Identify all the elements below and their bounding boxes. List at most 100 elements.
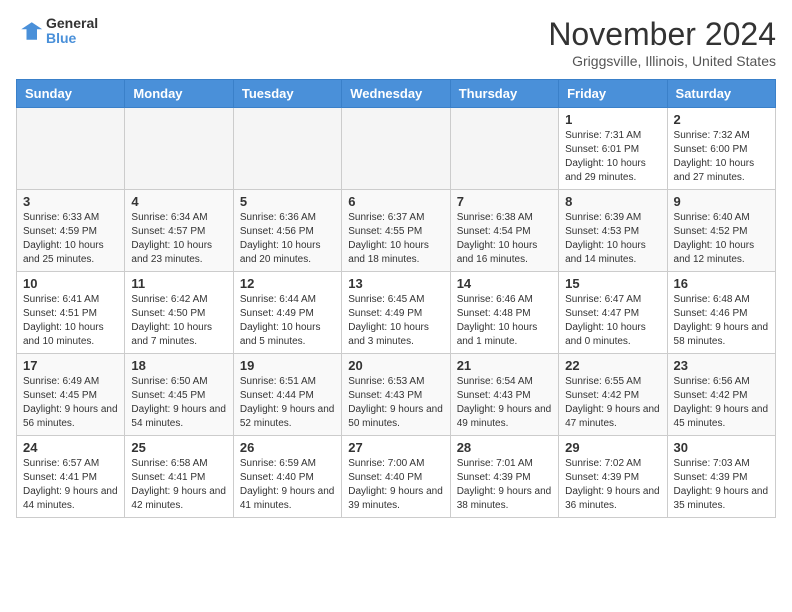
calendar-cell: 1 Sunrise: 7:31 AMSunset: 6:01 PMDaylight… bbox=[559, 108, 667, 190]
day-number: 1 bbox=[565, 112, 660, 127]
day-number: 22 bbox=[565, 358, 660, 373]
calendar-cell: 4Sunrise: 6:34 AMSunset: 4:57 PMDaylight… bbox=[125, 190, 233, 272]
day-number: 2 bbox=[674, 112, 769, 127]
day-info: Sunrise: 7:02 AMSunset: 4:39 PMDaylight:… bbox=[565, 457, 660, 513]
day-number: 26 bbox=[240, 440, 335, 455]
day-number: 19 bbox=[240, 358, 335, 373]
calendar-cell: 17 Sunrise: 6:49 AMSunset: 4:45 PMDayligh… bbox=[17, 354, 125, 436]
weekday-header-wednesday: Wednesday bbox=[342, 80, 450, 108]
day-number: 6 bbox=[348, 194, 443, 209]
calendar-table: SundayMondayTuesdayWednesdayThursdayFrid… bbox=[16, 79, 776, 518]
day-info: Sunrise: 6:53 AMSunset: 4:43 PMDaylight:… bbox=[348, 375, 443, 431]
day-info: Sunrise: 6:41 AMSunset: 4:51 PMDaylight:… bbox=[23, 293, 118, 349]
day-info: Sunrise: 7:03 AMSunset: 4:39 PMDaylight:… bbox=[674, 457, 769, 513]
weekday-header-saturday: Saturday bbox=[667, 80, 775, 108]
day-info: Sunrise: 6:49 AMSunset: 4:45 PMDaylight:… bbox=[23, 375, 118, 431]
calendar-cell: 9 Sunrise: 6:40 AMSunset: 4:52 PMDaylight… bbox=[667, 190, 775, 272]
calendar-cell: 25Sunrise: 6:58 AMSunset: 4:41 PMDayligh… bbox=[125, 436, 233, 518]
day-info: Sunrise: 6:51 AMSunset: 4:44 PMDaylight:… bbox=[240, 375, 335, 431]
day-info: Sunrise: 6:36 AMSunset: 4:56 PMDaylight:… bbox=[240, 211, 335, 267]
day-info: Sunrise: 7:32 AMSunset: 6:00 PMDaylight:… bbox=[674, 129, 769, 185]
day-number: 20 bbox=[348, 358, 443, 373]
calendar-cell: 15 Sunrise: 6:47 AMSunset: 4:47 PMDayligh… bbox=[559, 272, 667, 354]
day-number: 14 bbox=[457, 276, 552, 291]
day-info: Sunrise: 6:56 AMSunset: 4:42 PMDaylight:… bbox=[674, 375, 769, 431]
weekday-header-friday: Friday bbox=[559, 80, 667, 108]
day-info: Sunrise: 6:37 AMSunset: 4:55 PMDaylight:… bbox=[348, 211, 443, 267]
calendar-cell: 10 Sunrise: 6:41 AMSunset: 4:51 PMDayligh… bbox=[17, 272, 125, 354]
day-number: 29 bbox=[565, 440, 660, 455]
weekday-header-thursday: Thursday bbox=[450, 80, 558, 108]
day-info: Sunrise: 6:45 AMSunset: 4:49 PMDaylight:… bbox=[348, 293, 443, 349]
calendar-cell: 18 Sunrise: 6:50 AMSunset: 4:45 PMDayligh… bbox=[125, 354, 233, 436]
calendar-cell: 28 Sunrise: 7:01 AMSunset: 4:39 PMDayligh… bbox=[450, 436, 558, 518]
calendar-cell: 13Sunrise: 6:45 AMSunset: 4:49 PMDayligh… bbox=[342, 272, 450, 354]
day-number: 21 bbox=[457, 358, 552, 373]
calendar-cell: 11Sunrise: 6:42 AMSunset: 4:50 PMDayligh… bbox=[125, 272, 233, 354]
day-number: 11 bbox=[131, 276, 226, 291]
calendar-cell: 3 Sunrise: 6:33 AMSunset: 4:59 PMDaylight… bbox=[17, 190, 125, 272]
calendar-cell: 30 Sunrise: 7:03 AMSunset: 4:39 PMDayligh… bbox=[667, 436, 775, 518]
calendar-week-row: 10 Sunrise: 6:41 AMSunset: 4:51 PMDayligh… bbox=[17, 272, 776, 354]
day-number: 3 bbox=[23, 194, 118, 209]
day-info: Sunrise: 7:31 AMSunset: 6:01 PMDaylight:… bbox=[565, 129, 660, 185]
logo-general-text: General bbox=[46, 16, 98, 31]
logo-icon bbox=[16, 17, 44, 45]
calendar-cell bbox=[342, 108, 450, 190]
day-number: 17 bbox=[23, 358, 118, 373]
calendar-cell bbox=[125, 108, 233, 190]
page-header: General Blue November 2024 Griggsville, … bbox=[16, 16, 776, 69]
weekday-header-tuesday: Tuesday bbox=[233, 80, 341, 108]
day-info: Sunrise: 6:50 AMSunset: 4:45 PMDaylight:… bbox=[131, 375, 226, 431]
day-info: Sunrise: 6:39 AMSunset: 4:53 PMDaylight:… bbox=[565, 211, 660, 267]
day-info: Sunrise: 6:58 AMSunset: 4:41 PMDaylight:… bbox=[131, 457, 226, 513]
calendar-cell: 23 Sunrise: 6:56 AMSunset: 4:42 PMDayligh… bbox=[667, 354, 775, 436]
calendar-cell: 26Sunrise: 6:59 AMSunset: 4:40 PMDayligh… bbox=[233, 436, 341, 518]
calendar-cell: 27 Sunrise: 7:00 AMSunset: 4:40 PMDayligh… bbox=[342, 436, 450, 518]
day-number: 12 bbox=[240, 276, 335, 291]
calendar-week-row: 1 Sunrise: 7:31 AMSunset: 6:01 PMDaylight… bbox=[17, 108, 776, 190]
day-number: 5 bbox=[240, 194, 335, 209]
calendar-week-row: 3 Sunrise: 6:33 AMSunset: 4:59 PMDaylight… bbox=[17, 190, 776, 272]
calendar-cell: 19 Sunrise: 6:51 AMSunset: 4:44 PMDayligh… bbox=[233, 354, 341, 436]
calendar-cell: 8Sunrise: 6:39 AMSunset: 4:53 PMDaylight… bbox=[559, 190, 667, 272]
day-number: 15 bbox=[565, 276, 660, 291]
day-info: Sunrise: 6:44 AMSunset: 4:49 PMDaylight:… bbox=[240, 293, 335, 349]
day-number: 27 bbox=[348, 440, 443, 455]
day-number: 4 bbox=[131, 194, 226, 209]
calendar-week-row: 17 Sunrise: 6:49 AMSunset: 4:45 PMDayligh… bbox=[17, 354, 776, 436]
calendar-cell: 14Sunrise: 6:46 AMSunset: 4:48 PMDayligh… bbox=[450, 272, 558, 354]
day-number: 28 bbox=[457, 440, 552, 455]
day-number: 10 bbox=[23, 276, 118, 291]
logo: General Blue bbox=[16, 16, 98, 47]
weekday-header-monday: Monday bbox=[125, 80, 233, 108]
calendar-cell: 21 Sunrise: 6:54 AMSunset: 4:43 PMDayligh… bbox=[450, 354, 558, 436]
calendar-cell: 24Sunrise: 6:57 AMSunset: 4:41 PMDayligh… bbox=[17, 436, 125, 518]
day-info: Sunrise: 6:40 AMSunset: 4:52 PMDaylight:… bbox=[674, 211, 769, 267]
day-info: Sunrise: 7:01 AMSunset: 4:39 PMDaylight:… bbox=[457, 457, 552, 513]
calendar-cell: 5 Sunrise: 6:36 AMSunset: 4:56 PMDaylight… bbox=[233, 190, 341, 272]
calendar-cell: 2 Sunrise: 7:32 AMSunset: 6:00 PMDaylight… bbox=[667, 108, 775, 190]
day-info: Sunrise: 6:57 AMSunset: 4:41 PMDaylight:… bbox=[23, 457, 118, 513]
calendar-cell bbox=[233, 108, 341, 190]
calendar-cell: 22Sunrise: 6:55 AMSunset: 4:42 PMDayligh… bbox=[559, 354, 667, 436]
calendar-cell bbox=[17, 108, 125, 190]
day-number: 16 bbox=[674, 276, 769, 291]
day-info: Sunrise: 7:00 AMSunset: 4:40 PMDaylight:… bbox=[348, 457, 443, 513]
day-number: 9 bbox=[674, 194, 769, 209]
day-info: Sunrise: 6:54 AMSunset: 4:43 PMDaylight:… bbox=[457, 375, 552, 431]
title-area: November 2024 Griggsville, Illinois, Uni… bbox=[548, 16, 776, 69]
calendar-week-row: 24Sunrise: 6:57 AMSunset: 4:41 PMDayligh… bbox=[17, 436, 776, 518]
day-number: 30 bbox=[674, 440, 769, 455]
day-info: Sunrise: 6:38 AMSunset: 4:54 PMDaylight:… bbox=[457, 211, 552, 267]
day-number: 18 bbox=[131, 358, 226, 373]
calendar-cell: 12 Sunrise: 6:44 AMSunset: 4:49 PMDayligh… bbox=[233, 272, 341, 354]
location-text: Griggsville, Illinois, United States bbox=[548, 53, 776, 69]
day-number: 7 bbox=[457, 194, 552, 209]
day-info: Sunrise: 6:33 AMSunset: 4:59 PMDaylight:… bbox=[23, 211, 118, 267]
day-number: 23 bbox=[674, 358, 769, 373]
calendar-cell bbox=[450, 108, 558, 190]
calendar-cell: 7 Sunrise: 6:38 AMSunset: 4:54 PMDaylight… bbox=[450, 190, 558, 272]
calendar-cell: 29 Sunrise: 7:02 AMSunset: 4:39 PMDayligh… bbox=[559, 436, 667, 518]
day-info: Sunrise: 6:47 AMSunset: 4:47 PMDaylight:… bbox=[565, 293, 660, 349]
